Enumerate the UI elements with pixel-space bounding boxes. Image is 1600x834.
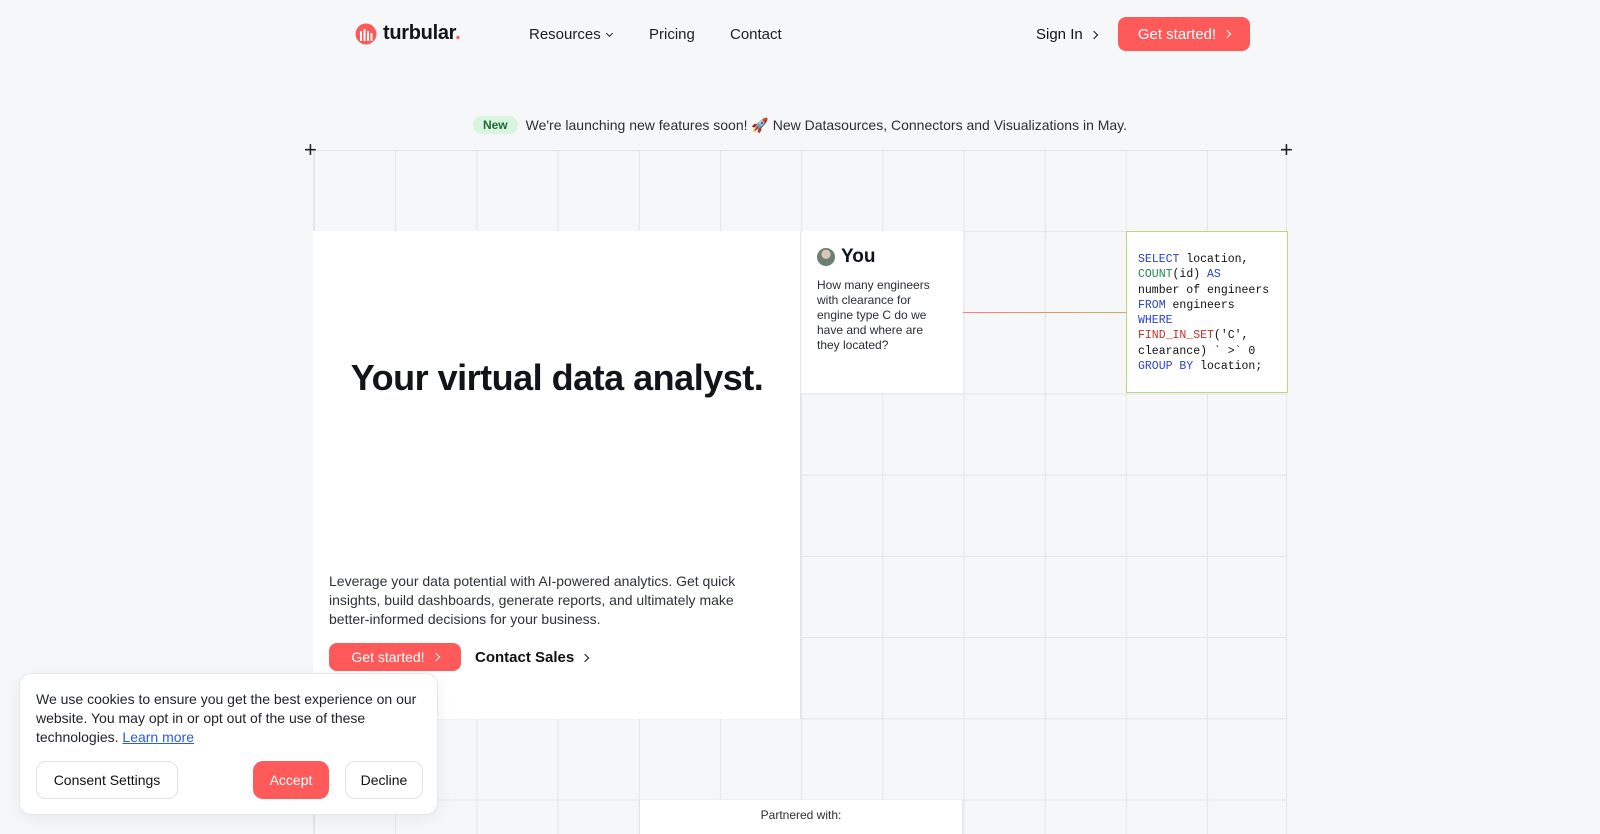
sign-in-label: Sign In [1036, 26, 1083, 43]
sql-line: GROUP BY location; [1138, 359, 1276, 374]
connector-line [963, 312, 1126, 313]
sign-in-link[interactable]: Sign In [1036, 26, 1098, 43]
sql-token: WHERE [1138, 314, 1173, 328]
partner-label: Partnered with: [760, 808, 842, 822]
nav-pricing[interactable]: Pricing [649, 26, 695, 43]
sql-line: FIND_IN_SET('C', [1138, 328, 1276, 343]
chevron-right-icon [431, 652, 440, 662]
sql-line: WHERE [1138, 313, 1276, 328]
sql-code-card: SELECT location, COUNT(id) AS number of en… [1126, 231, 1288, 393]
hero-get-started-button[interactable]: Get started! [329, 643, 461, 671]
sql-token: location; [1193, 360, 1263, 374]
sql-token: ('C', [1213, 329, 1249, 343]
chevron-right-icon [1089, 30, 1098, 39]
sql-token: number of engineers [1138, 283, 1270, 297]
chevron-right-icon [580, 653, 590, 662]
hero-get-started-label: Get started! [351, 649, 425, 665]
sql-line: number of engineers [1138, 283, 1276, 298]
sql-line: clearance) ` >` 0 [1138, 344, 1276, 359]
nav-contact[interactable]: Contact [730, 26, 782, 43]
hero-title: Your virtual data analyst. [350, 357, 764, 398]
brand-name: turbular. [383, 22, 461, 44]
sql-token: clearance) ` >` 0 [1138, 344, 1256, 358]
chevron-right-icon [1222, 29, 1232, 39]
nav-resources[interactable]: Resources [529, 26, 613, 43]
sql-token: AS [1207, 268, 1221, 282]
consent-settings-button[interactable]: Consent Settings [36, 761, 178, 799]
get-started-button[interactable]: Get started! [1118, 17, 1250, 51]
sql-token: FIND_IN_SET [1138, 329, 1214, 343]
turbular-logo-icon [355, 23, 377, 44]
contact-sales-link[interactable]: Contact Sales [475, 649, 590, 666]
hero-description: Leverage your data potential with AI-pow… [329, 573, 736, 627]
avatar [817, 248, 835, 266]
accept-button[interactable]: Accept [253, 761, 329, 799]
new-badge: New [472, 116, 518, 134]
cookie-text: We use cookies to ensure you get the bes… [36, 690, 426, 747]
sql-token: SELECT [1138, 253, 1180, 266]
hero-card: Your virtual data analyst. Leverage your… [313, 231, 801, 719]
user-label: You [841, 246, 876, 267]
user-header: You [817, 246, 947, 268]
sql-line: FROM engineers [1138, 298, 1276, 313]
user-question-card: You How many engineers with clearance fo… [801, 231, 963, 393]
sql-token: location, [1179, 253, 1249, 266]
announcement-text: We're launching new features soon! 🚀 New… [525, 116, 1128, 133]
announcement-bar[interactable]: New We're launching new features soon! 🚀… [0, 116, 1600, 134]
top-nav: turbular. Resources Pricing Contact Sign… [0, 0, 1600, 68]
plus-icon: + [1280, 137, 1293, 162]
nav-resources-label: Resources [529, 26, 601, 43]
partner-section: Partnered with: [639, 800, 963, 834]
decline-button[interactable]: Decline [345, 761, 423, 799]
sql-line: COUNT(id) AS [1138, 267, 1276, 282]
cookie-message: We use cookies to ensure you get the bes… [36, 691, 417, 745]
sql-token: FROM [1138, 298, 1166, 312]
brand-logo[interactable]: turbular. [355, 22, 461, 45]
sql-token: COUNT [1138, 268, 1173, 282]
user-question: How many engineers with clearance for en… [817, 278, 930, 352]
sql-token: GROUP BY [1138, 360, 1194, 374]
sql-token: (id) [1172, 268, 1208, 282]
sql-line: SELECT location, [1138, 252, 1276, 267]
get-started-label: Get started! [1137, 25, 1217, 43]
chevron-down-icon [605, 29, 613, 37]
contact-sales-label: Contact Sales [475, 649, 575, 666]
cookie-banner: We use cookies to ensure you get the bes… [19, 673, 438, 815]
plus-icon: + [304, 137, 317, 162]
sql-token: engineers [1165, 298, 1235, 312]
learn-more-link[interactable]: Learn more [122, 729, 194, 745]
